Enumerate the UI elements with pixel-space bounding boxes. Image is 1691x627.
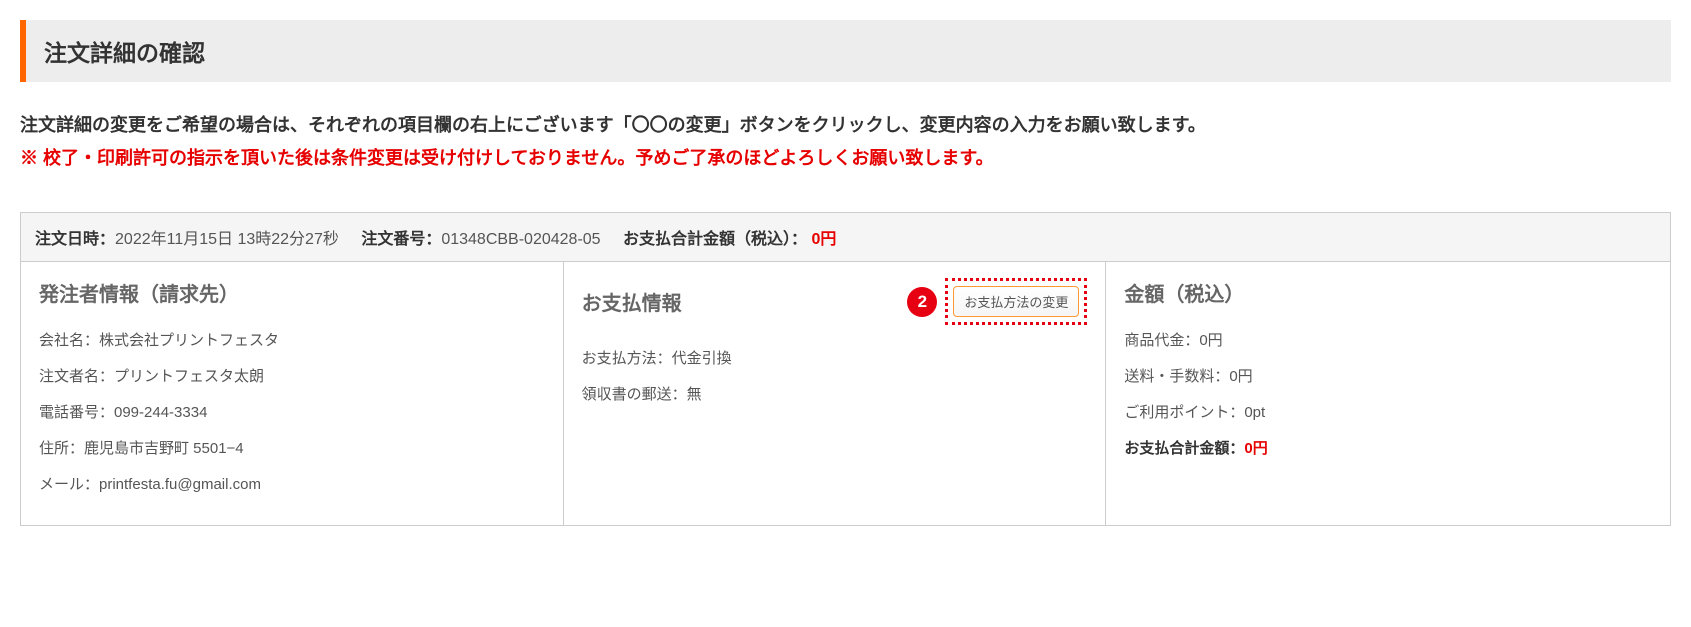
amount-column: 金額（税込） 商品代金：0円 送料・手数料：0円 ご利用ポイント：0pt お支払… bbox=[1106, 262, 1670, 525]
order-header: 注文日時：2022年11月15日 13時22分27秒 注文番号：01348CBB… bbox=[21, 213, 1670, 262]
page-title: 注文詳細の確認 bbox=[44, 34, 1653, 68]
payment-column: お支払情報 2 お支払方法の変更 お支払方法：代金引換 領収書の郵送：無 bbox=[564, 262, 1107, 525]
page-title-bar: 注文詳細の確認 bbox=[20, 20, 1671, 82]
order-total-value: 0円 bbox=[811, 231, 836, 248]
payment-title: お支払情報 bbox=[582, 287, 682, 316]
orderer-title: 発注者情報（請求先） bbox=[39, 278, 545, 307]
amount-total-value: 0円 bbox=[1244, 440, 1267, 457]
warning-text: ※ 校了・印刷許可の指示を頂いた後は条件変更は受け付けしておりません。予めご了承… bbox=[20, 145, 1671, 172]
order-datetime-label: 注文日時： bbox=[35, 231, 115, 248]
amount-product: 商品代金：0円 bbox=[1124, 329, 1652, 353]
dotted-highlight: お支払方法の変更 bbox=[945, 278, 1087, 325]
receipt-mailing: 領収書の郵送：無 bbox=[582, 383, 1088, 407]
amount-title: 金額（税込） bbox=[1124, 278, 1652, 307]
order-datetime-value: 2022年11月15日 13時22分27秒 bbox=[115, 231, 339, 248]
payment-head: お支払情報 2 お支払方法の変更 bbox=[582, 278, 1088, 325]
orderer-name: 注文者名：プリントフェスタ太朗 bbox=[39, 365, 545, 389]
amount-shipping: 送料・手数料：0円 bbox=[1124, 365, 1652, 389]
order-box: 注文日時：2022年11月15日 13時22分27秒 注文番号：01348CBB… bbox=[20, 212, 1671, 526]
step-badge-2: 2 bbox=[907, 287, 937, 317]
order-no-label: 注文番号： bbox=[361, 231, 441, 248]
order-no-value: 01348CBB-020428-05 bbox=[441, 231, 600, 248]
instruction-text: 注文詳細の変更をご希望の場合は、それぞれの項目欄の右上にございます「〇〇の変更」… bbox=[20, 112, 1671, 139]
change-payment-button[interactable]: お支払方法の変更 bbox=[953, 286, 1079, 317]
amount-total-label: お支払合計金額： bbox=[1124, 440, 1244, 457]
amount-total: お支払合計金額：0円 bbox=[1124, 437, 1652, 461]
orderer-address: 住所：鹿児島市吉野町 5501−4 bbox=[39, 437, 545, 461]
orderer-column: 発注者情報（請求先） 会社名：株式会社プリントフェスタ 注文者名：プリントフェス… bbox=[21, 262, 564, 525]
amount-points: ご利用ポイント：0pt bbox=[1124, 401, 1652, 425]
order-total-label: お支払合計金額（税込）： bbox=[623, 231, 807, 248]
payment-change-group: 2 お支払方法の変更 bbox=[907, 278, 1087, 325]
order-columns: 発注者情報（請求先） 会社名：株式会社プリントフェスタ 注文者名：プリントフェス… bbox=[21, 262, 1670, 525]
orderer-email: メール：printfesta.fu@gmail.com bbox=[39, 473, 545, 497]
payment-method: お支払方法：代金引換 bbox=[582, 347, 1088, 371]
orderer-company: 会社名：株式会社プリントフェスタ bbox=[39, 329, 545, 353]
orderer-phone: 電話番号：099-244-3334 bbox=[39, 401, 545, 425]
